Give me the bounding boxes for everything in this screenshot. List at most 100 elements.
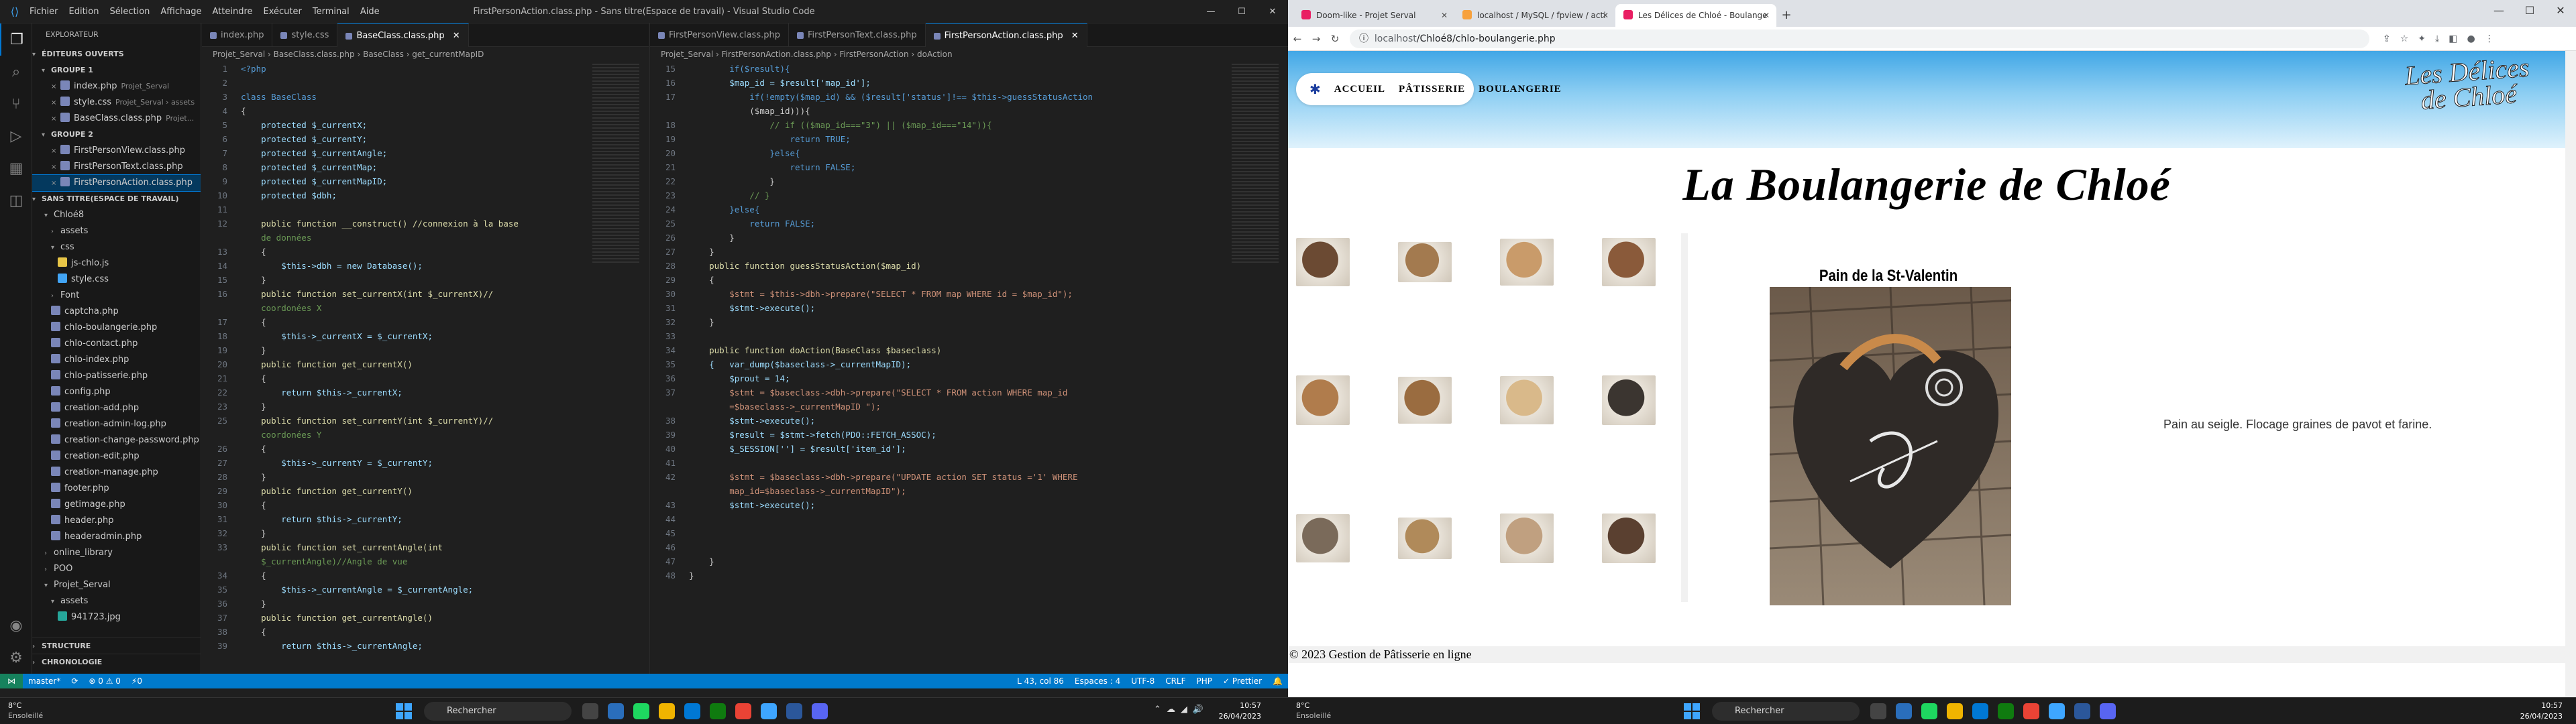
maximize-icon[interactable]: ☐ (1226, 0, 1257, 23)
taskbar-app-icon[interactable] (710, 703, 726, 719)
weather-widget[interactable]: 8°C Ensoleillé (8, 701, 43, 721)
taskbar-app-icon[interactable] (812, 703, 828, 719)
editor-tab[interactable]: FirstPersonText.class.php (789, 23, 926, 47)
taskbar-app-icon[interactable] (2023, 703, 2039, 719)
gallery-thumbnail[interactable] (1398, 242, 1452, 282)
close-icon[interactable]: × (51, 143, 60, 159)
branch-label[interactable]: master* (28, 676, 60, 686)
close-tab-icon[interactable]: ✕ (1441, 4, 1448, 27)
gallery-thumbnail[interactable] (1602, 514, 1656, 563)
close-icon[interactable]: ✕ (1257, 0, 1288, 23)
taskbar-app-icon[interactable] (786, 703, 802, 719)
page-scrollbar[interactable] (2565, 51, 2576, 697)
account-icon[interactable]: ◉ (0, 609, 32, 642)
run-debug-icon[interactable]: ▷ (0, 120, 32, 152)
prettier-status[interactable]: ✓ Prettier (1223, 676, 1262, 686)
clock[interactable]: 10:57 26/04/2023 (1208, 701, 1261, 722)
eol[interactable]: CRLF (1165, 676, 1185, 686)
workspace-section[interactable]: ▾ SANS TITRE(ESPACE DE TRAVAIL) (32, 191, 201, 207)
timeline-section[interactable]: › CHRONOLOGIE (32, 654, 201, 670)
weather-widget[interactable]: 8°C Ensoleillé (1296, 701, 1331, 721)
editor-tab[interactable]: BaseClass.class.php ✕ (337, 23, 469, 47)
tree-item-assets[interactable]: › assets (32, 223, 201, 239)
menu-item-affichage[interactable]: Affichage (160, 7, 201, 17)
open-editor-item[interactable]: × FirstPersonAction.class.php (32, 174, 201, 192)
taskbar-app-icon[interactable] (1870, 703, 1886, 719)
tree-item-creation-admin-log-php[interactable]: creation-admin-log.php (32, 416, 201, 432)
share-icon[interactable]: ⇪ (2383, 34, 2391, 44)
gallery-thumbnail[interactable] (1602, 375, 1656, 425)
problems-count[interactable]: ⊗ 0 ⚠ 0 (89, 676, 121, 686)
new-tab-button[interactable]: + (1776, 4, 1796, 27)
menu-item-aide[interactable]: Aide (360, 7, 380, 17)
tree-item-getimage-php[interactable]: getimage.php (32, 497, 201, 513)
bookmark-star-icon[interactable]: ☆ (2400, 34, 2409, 44)
taskbar-app-icon[interactable] (2049, 703, 2065, 719)
maximize-icon[interactable]: ☐ (2514, 0, 2545, 21)
tree-item-captcha-php[interactable]: captcha.php (32, 304, 201, 320)
gallery-thumbnail[interactable] (1500, 376, 1554, 424)
close-icon[interactable]: × (51, 79, 60, 95)
tree-item-chlo-index-php[interactable]: chlo-index.php (32, 352, 201, 368)
tree-item-header-php[interactable]: header.php (32, 513, 201, 529)
open-editor-item[interactable]: × FirstPersonView.class.php (32, 143, 201, 159)
tree-item-config-php[interactable]: config.php (32, 384, 201, 400)
close-icon[interactable]: × (51, 160, 60, 175)
gallery-thumbnail[interactable] (1500, 239, 1554, 286)
tree-item-941723-jpg[interactable]: 941723.jpg (32, 609, 201, 625)
explorer-icon[interactable]: ❐ (0, 23, 32, 56)
language-mode[interactable]: PHP (1197, 676, 1213, 686)
tree-item-chlo-8[interactable]: ▾ Chloé8 (32, 207, 201, 223)
taskbar-search[interactable]: Rechercher (424, 702, 572, 721)
sync-icon[interactable]: ⟳ (71, 676, 78, 686)
editor-tab[interactable]: FirstPersonView.class.php (650, 23, 789, 47)
gallery-thumbnail[interactable] (1296, 514, 1350, 562)
profile-avatar[interactable]: ● (2467, 34, 2475, 44)
settings-gear-icon[interactable]: ⚙ (0, 642, 32, 674)
menu-icon[interactable]: ⋮ (2485, 34, 2494, 44)
menu-item-fichier[interactable]: Fichier (30, 7, 58, 17)
tree-item-online-library[interactable]: › online_library (32, 545, 201, 561)
indentation[interactable]: Espaces : 4 (1075, 676, 1120, 686)
gallery-thumbnail[interactable] (1296, 375, 1350, 425)
bell-icon[interactable]: 🔔 (1273, 676, 1283, 686)
taskbar-app-icon[interactable] (1896, 703, 1912, 719)
tree-item-style-css[interactable]: style.css (32, 272, 201, 288)
open-editor-item[interactable]: × index.php Projet_Serval (32, 78, 201, 95)
minimize-icon[interactable]: — (1195, 0, 1226, 23)
tree-item-creation-edit-php[interactable]: creation-edit.php (32, 448, 201, 465)
tray-icons[interactable]: ⌃☁◢🔊 (1154, 705, 1209, 715)
sidepanel-icon[interactable]: ◧ (2449, 34, 2457, 44)
editor-tab[interactable]: index.php (202, 23, 273, 47)
editor-tab[interactable]: FirstPersonAction.class.php ✕ (925, 23, 1087, 47)
extensions-icon[interactable]: ✦ (2418, 34, 2426, 44)
browser-tab[interactable]: Les Délices de Chloé - Boulange ✕ (1615, 4, 1776, 27)
clock[interactable]: 10:57 26/04/2023 (2509, 701, 2563, 722)
back-icon[interactable]: ← (1288, 33, 1307, 45)
tree-item-creation-add-php[interactable]: creation-add.php (32, 400, 201, 416)
close-icon[interactable]: × (51, 176, 60, 191)
close-icon[interactable]: × (51, 95, 60, 111)
close-icon[interactable]: × (51, 111, 60, 127)
close-icon[interactable]: ✕ (450, 31, 460, 41)
taskbar-app-icon[interactable] (1998, 703, 2014, 719)
taskbar-app-icon[interactable] (761, 703, 777, 719)
taskbar-app-icon[interactable] (633, 703, 649, 719)
nav-boulangerie[interactable]: BOULANGERIE (1479, 84, 1562, 95)
tree-item-js-chlo-js[interactable]: js-chlo.js (32, 255, 201, 272)
gallery-thumbnail[interactable] (1500, 514, 1554, 563)
close-tab-icon[interactable]: ✕ (1763, 4, 1770, 27)
menu-item-exécuter[interactable]: Exécuter (264, 7, 302, 17)
search-icon[interactable]: ⌕ (0, 56, 32, 88)
ports-count[interactable]: ⚡0 (131, 676, 142, 686)
close-icon[interactable]: ✕ (1069, 31, 1079, 41)
address-bar[interactable]: ⓘ localhost/Chloé8/chlo-boulangerie.php (1350, 29, 2369, 48)
minimize-icon[interactable]: — (2483, 0, 2514, 21)
gallery-scrollbar[interactable] (1681, 233, 1688, 602)
tree-item-projet-serval[interactable]: ▾ Projet_Serval (32, 577, 201, 593)
taskbar-app-icon[interactable] (735, 703, 751, 719)
tree-item-chlo-contact-php[interactable]: chlo-contact.php (32, 336, 201, 352)
tree-item-chlo-boulangerie-php[interactable]: chlo-boulangerie.php (32, 320, 201, 336)
source-control-icon[interactable]: ⑂ (0, 88, 32, 120)
tree-item-creation-change-password-php[interactable]: creation-change-password.php (32, 432, 201, 448)
